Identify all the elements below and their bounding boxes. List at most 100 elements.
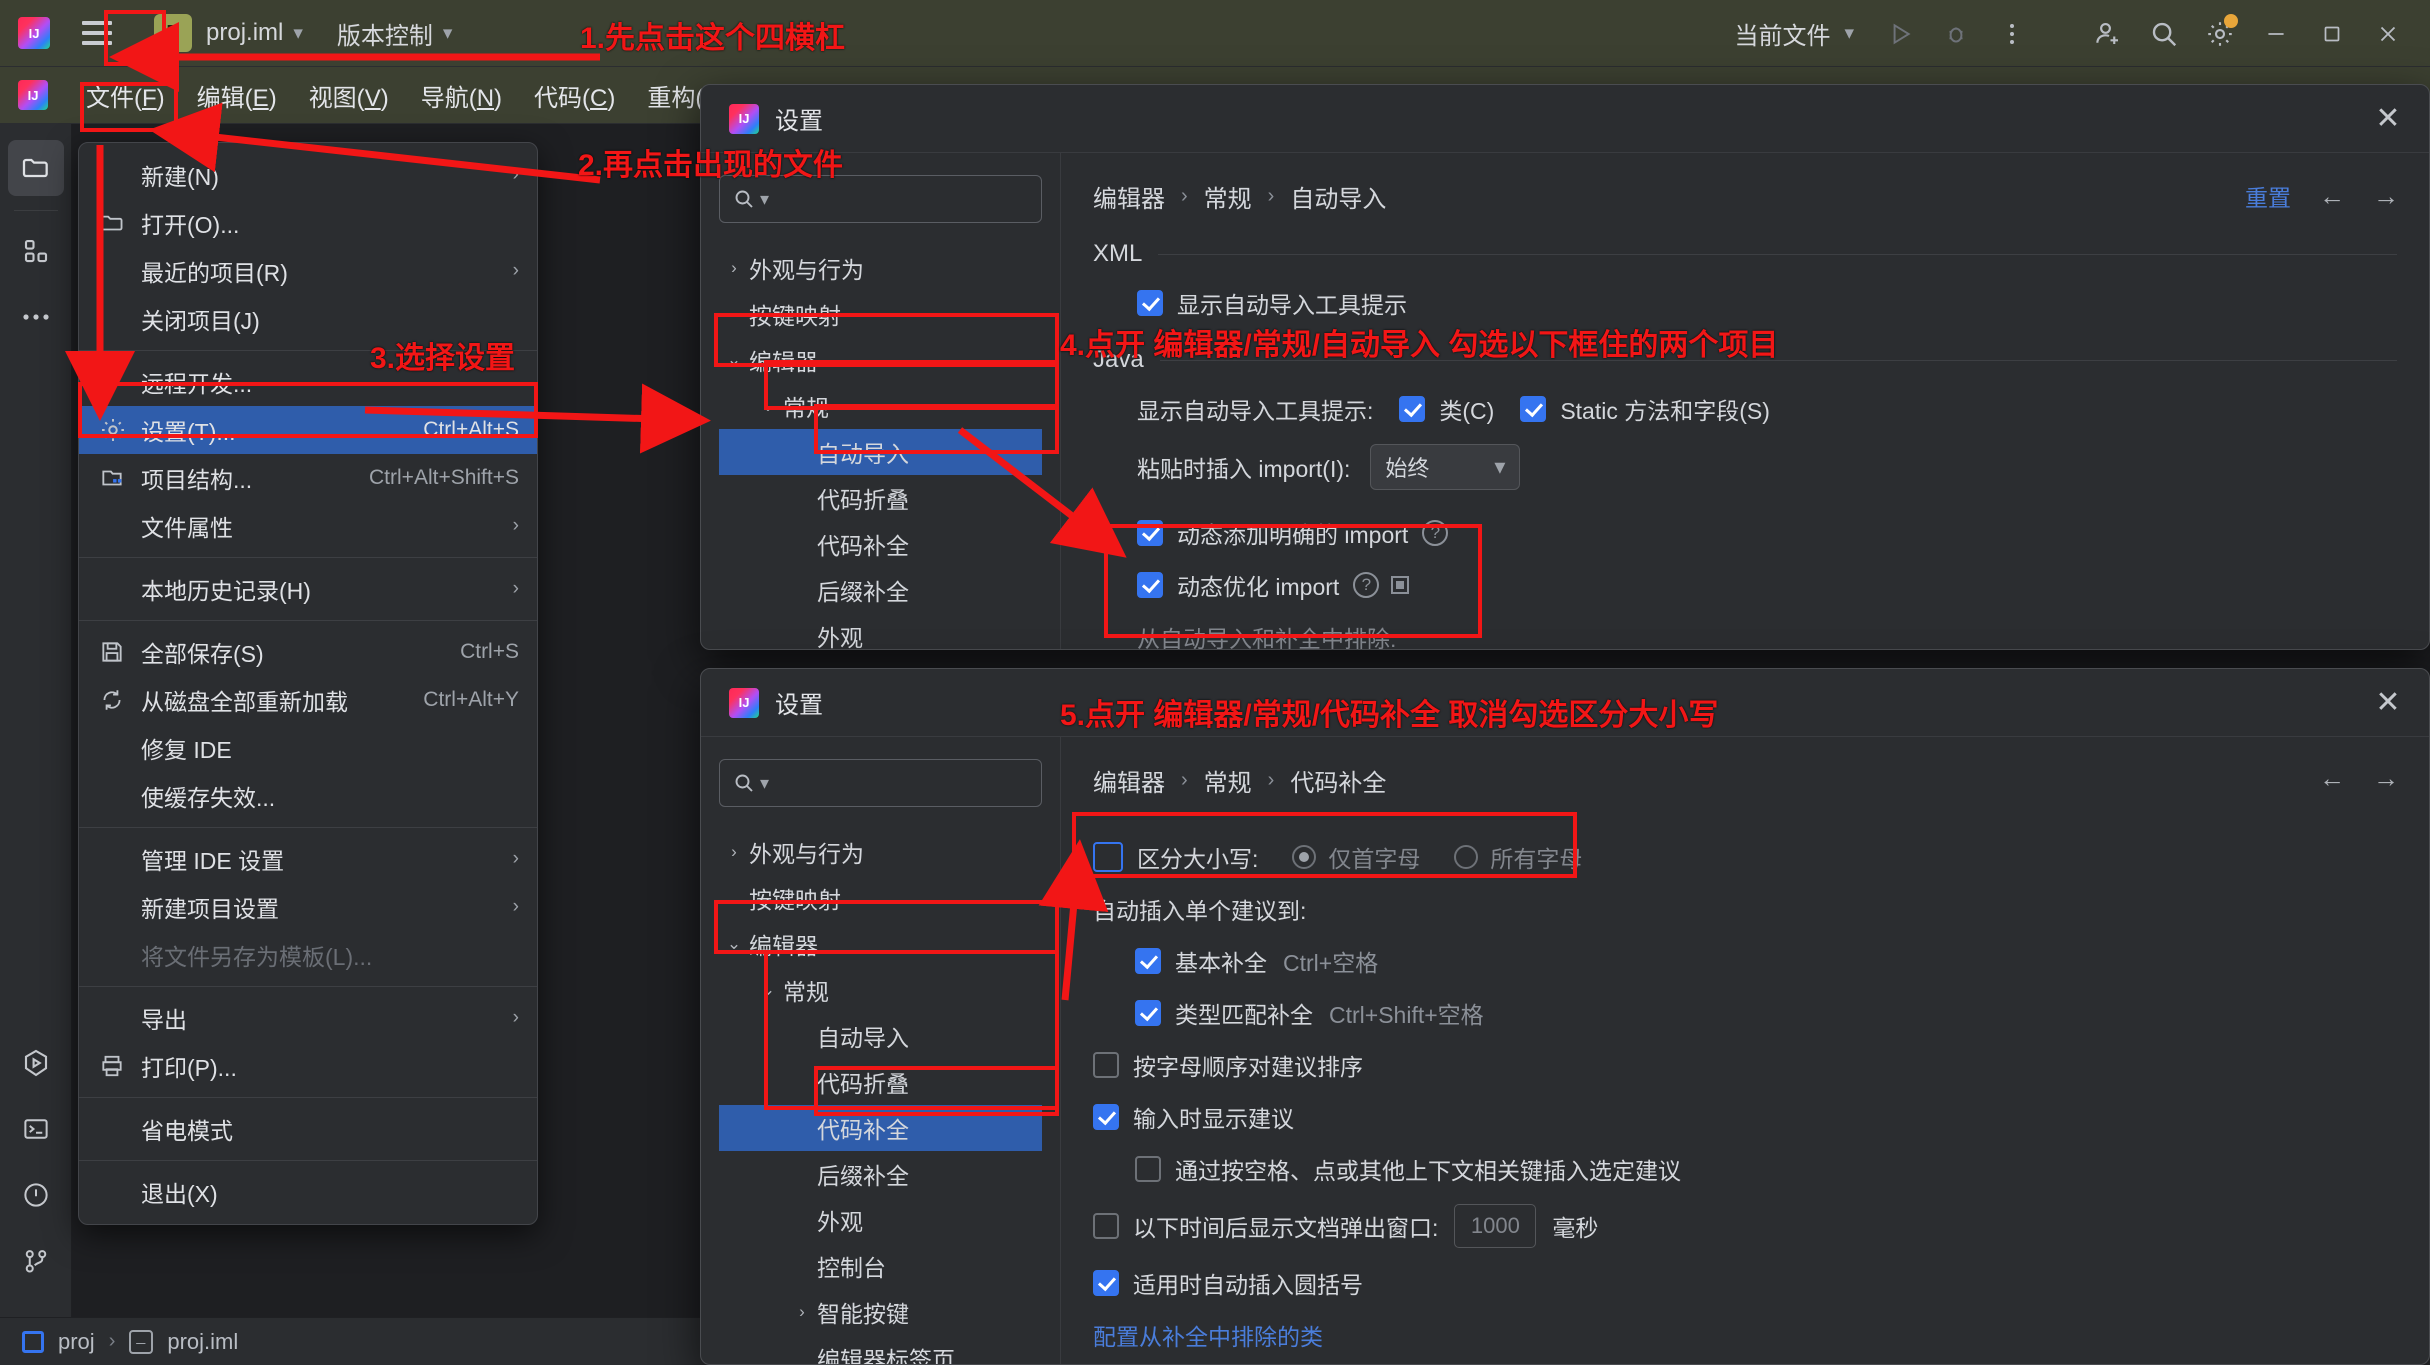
settings-tree-item-5[interactable]: 代码折叠 [719, 1059, 1042, 1105]
run-icon[interactable] [1872, 0, 1928, 67]
file-menu-item-14[interactable]: 修复 IDE [79, 724, 537, 772]
file-menu-item-18[interactable]: 新建项目设置 › [79, 883, 537, 931]
file-menu-item-26[interactable]: 退出(X) [79, 1168, 537, 1216]
breadcrumb-item-1[interactable]: 常规 [1204, 763, 1252, 798]
settings-tree-item-3[interactable]: ⌄ 常规 [719, 967, 1042, 1013]
forward-arrow-icon[interactable]: → [2373, 181, 2399, 212]
settings-tree-item-0[interactable]: › 外观与行为 [719, 245, 1042, 291]
file-menu-item-6[interactable]: 设置(T)... Ctrl+Alt+S [79, 406, 537, 454]
settings-search-input[interactable]: ▾ [719, 759, 1042, 807]
checkbox-tooltip-static[interactable] [1520, 396, 1547, 422]
option-doc-popup-delay[interactable]: 以下时间后显示文档弹出窗口: 1000 毫秒 [1093, 1204, 2397, 1248]
option-sort-alphabetically[interactable]: 按字母顺序对建议排序 [1093, 1048, 2397, 1082]
close-window-button[interactable] [2360, 0, 2416, 67]
option-optimize-imports-on-fly[interactable]: 动态优化 import ? [1137, 568, 2397, 602]
settings-tree-item-6[interactable]: 代码补全 [719, 521, 1042, 567]
settings-tree-item-0[interactable]: › 外观与行为 [719, 829, 1042, 875]
breadcrumb-item-0[interactable]: 编辑器 [1093, 763, 1165, 798]
input-doc-popup-delay[interactable]: 1000 [1454, 1204, 1537, 1248]
option-insert-by-context-key[interactable]: 通过按空格、点或其他上下文相关键插入选定建议 [1135, 1152, 2397, 1186]
settings-tree-item-4[interactable]: 自动导入 [719, 1013, 1042, 1059]
dialog-close-button[interactable]: ✕ [2365, 96, 2411, 142]
settings-tree-item-8[interactable]: 外观 [719, 613, 1042, 649]
option-match-case[interactable]: 区分大小写: 仅首字母 所有字母 [1093, 840, 2397, 874]
back-arrow-icon[interactable]: ← [2319, 763, 2345, 794]
forward-arrow-icon[interactable]: → [2373, 763, 2399, 794]
breadcrumb-item-2[interactable]: 自动导入 [1290, 179, 1386, 214]
help-icon[interactable]: ? [1422, 520, 1449, 546]
file-menu-item-12[interactable]: 全部保存(S) Ctrl+S [79, 628, 537, 676]
breadcrumb-item-1[interactable]: 常规 [1204, 179, 1252, 214]
menubar-item-0[interactable]: 文件(F) [70, 70, 181, 121]
settings-tree-item-8[interactable]: 外观 [719, 1197, 1042, 1243]
settings-tree-item-6[interactable]: 代码补全 [719, 1105, 1042, 1151]
checkbox-basic-completion[interactable] [1135, 948, 1161, 974]
option-show-import-popup-xml[interactable]: 显示自动导入工具提示 [1137, 286, 2397, 320]
vcs-chevron-down-icon[interactable]: ▾ [443, 22, 453, 45]
file-menu-item-15[interactable]: 使缓存失效... [79, 772, 537, 820]
file-menu-item-21[interactable]: 导出 › [79, 994, 537, 1042]
vcs-widget-label[interactable]: 版本控制 [337, 16, 433, 51]
breadcrumb-file[interactable]: proj.iml [167, 1329, 238, 1355]
chevron-down-icon[interactable]: ⌄ [753, 396, 783, 416]
breadcrumb-item-0[interactable]: 编辑器 [1093, 179, 1165, 214]
link-configure-excluded-classes-row[interactable]: 配置从补全中排除的类 [1093, 1318, 2397, 1352]
search-dropdown-chevron-icon[interactable]: ▾ [760, 189, 769, 210]
vcs-tool-window-icon[interactable] [8, 1233, 64, 1289]
file-menu-item-24[interactable]: 省电模式 [79, 1105, 537, 1153]
file-menu-item-0[interactable]: 新建(N) › [79, 151, 537, 199]
file-menu-item-8[interactable]: 文件属性 › [79, 502, 537, 550]
run-config-chevron-icon[interactable]: ▾ [1844, 22, 1854, 45]
settings-tree-item-1[interactable]: 按键映射 [719, 291, 1042, 337]
terminal-tool-window-icon[interactable] [8, 1101, 64, 1157]
checkbox-optimize-imports-on-fly[interactable] [1137, 572, 1163, 598]
back-arrow-icon[interactable]: ← [2319, 181, 2345, 212]
radio-all-letters[interactable] [1454, 845, 1479, 869]
settings-tree-item-5[interactable]: 代码折叠 [719, 475, 1042, 521]
more-tool-windows-icon[interactable] [8, 289, 64, 345]
option-add-unambiguous-imports[interactable]: 动态添加明确的 import ? [1137, 516, 2397, 550]
menubar-item-2[interactable]: 视图(V) [293, 70, 405, 121]
search-dropdown-chevron-icon[interactable]: ▾ [760, 773, 769, 794]
checkbox-add-unambiguous-imports[interactable] [1137, 520, 1163, 546]
chevron-right-icon[interactable]: › [719, 842, 749, 862]
chevron-down-icon[interactable]: ⌄ [719, 350, 749, 370]
settings-tree-item-3[interactable]: ⌄ 常规 [719, 383, 1042, 429]
structure-tool-window-icon[interactable] [8, 223, 64, 279]
option-smart-completion[interactable]: 类型匹配补全 Ctrl+Shift+空格 [1135, 996, 2397, 1030]
file-menu-item-7[interactable]: 项目结构... Ctrl+Alt+Shift+S [79, 454, 537, 502]
checkbox-smart-completion[interactable] [1135, 1000, 1161, 1026]
problems-tool-window-icon[interactable] [8, 1167, 64, 1223]
menubar-item-4[interactable]: 代码(C) [518, 70, 631, 121]
minimize-window-button[interactable] [2248, 0, 2304, 67]
settings-tree-item-10[interactable]: › 智能按键 [719, 1289, 1042, 1335]
file-menu-item-13[interactable]: 从磁盘全部重新加载 Ctrl+Alt+Y [79, 676, 537, 724]
debug-icon[interactable] [1928, 0, 1984, 67]
chevron-right-icon[interactable]: › [719, 258, 749, 278]
help-icon[interactable]: ? [1353, 572, 1380, 598]
checkbox-match-case[interactable] [1093, 842, 1123, 872]
search-icon[interactable] [2136, 0, 2192, 67]
breadcrumb-project[interactable]: proj [58, 1329, 95, 1355]
checkbox-auto-insert-parens[interactable] [1093, 1270, 1119, 1296]
project-tool-window-icon[interactable] [7, 140, 64, 196]
reset-link[interactable]: 重置 [2245, 179, 2291, 213]
checkbox-show-suggestions-while-typing[interactable] [1093, 1104, 1119, 1130]
file-menu-item-10[interactable]: 本地历史记录(H) › [79, 565, 537, 613]
settings-tree-item-9[interactable]: 控制台 [719, 1243, 1042, 1289]
chevron-down-icon[interactable]: ⌄ [753, 980, 783, 1000]
main-menu-hamburger-button[interactable] [74, 13, 120, 53]
file-menu-item-2[interactable]: 最近的项目(R) › [79, 247, 537, 295]
settings-tree-item-7[interactable]: 后缀补全 [719, 567, 1042, 613]
chevron-right-icon[interactable]: › [787, 1302, 817, 1322]
option-auto-insert-parens[interactable]: 适用时自动插入圆括号 [1093, 1266, 2397, 1300]
run-config-label[interactable]: 当前文件 [1734, 16, 1830, 51]
select-insert-imports-on-paste[interactable]: 始终 ▾ [1370, 444, 1521, 490]
chevron-down-icon[interactable]: ⌄ [719, 934, 749, 954]
settings-tree-item-1[interactable]: 按键映射 [719, 875, 1042, 921]
checkbox-insert-by-context-key[interactable] [1135, 1156, 1161, 1182]
file-menu-item-22[interactable]: 打印(P)... [79, 1042, 537, 1090]
link-configure-excluded-classes[interactable]: 配置从补全中排除的类 [1093, 1318, 1323, 1352]
radio-first-letter[interactable] [1292, 845, 1317, 869]
run-tool-window-icon[interactable] [8, 1035, 64, 1091]
